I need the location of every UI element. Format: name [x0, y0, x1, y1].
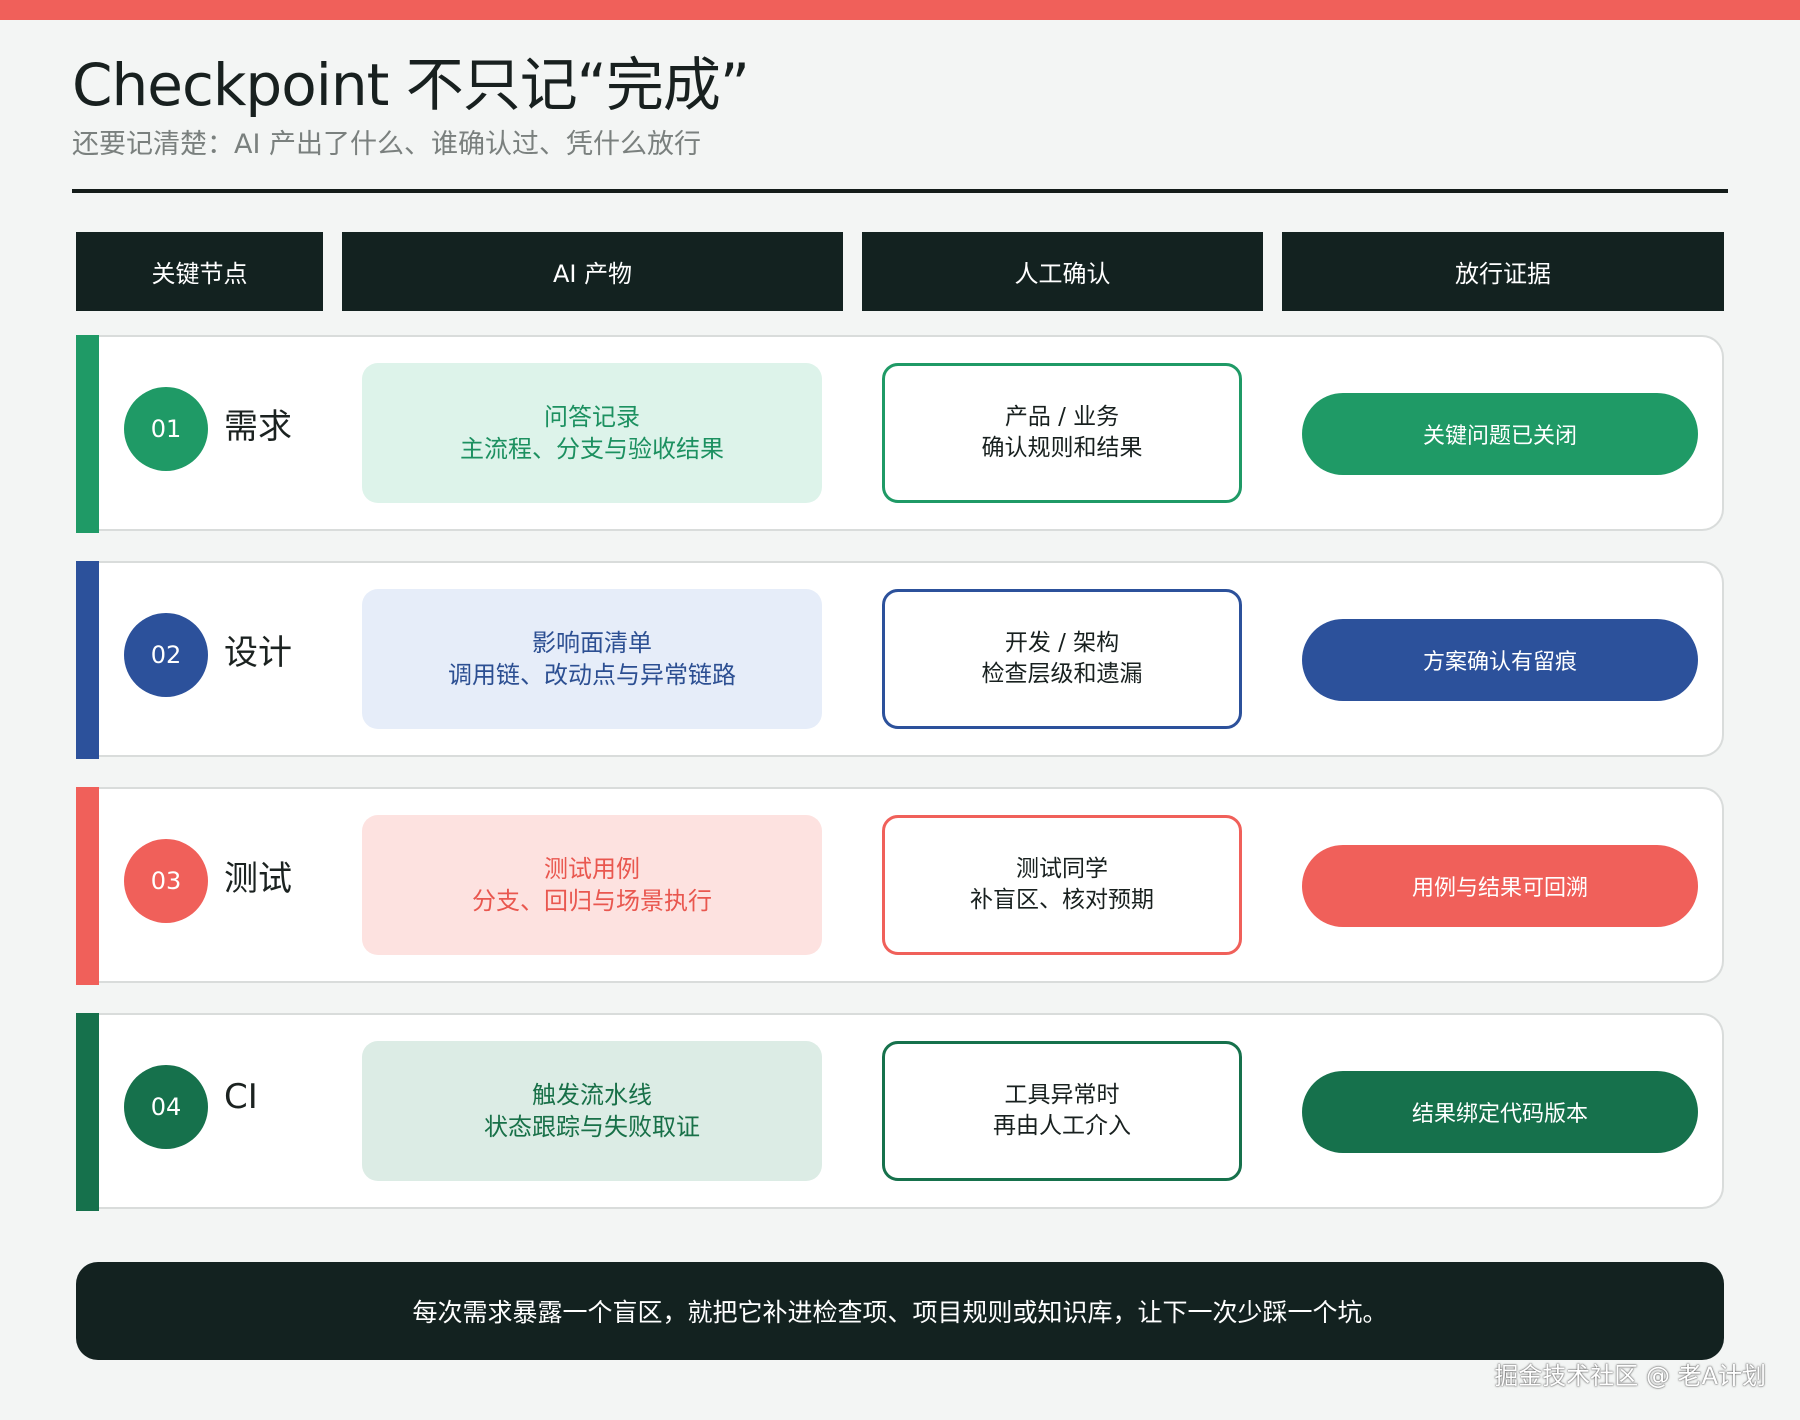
row-accent-bar: [76, 787, 99, 985]
stage-name: 测试: [224, 859, 292, 899]
human-confirm-task: 再由人工介入: [993, 1113, 1131, 1139]
step-number-badge: 03: [124, 839, 208, 923]
human-confirm-box: 测试同学 补盲区、核对预期: [882, 815, 1242, 955]
header-key-node: 关键节点: [76, 232, 323, 311]
human-confirm-role: 产品 / 业务: [1004, 404, 1120, 430]
ai-output-box: 问答记录 主流程、分支与验收结果: [362, 363, 822, 503]
footer-banner: 每次需求暴露一个盲区，就把它补进检查项、项目规则或知识库，让下一次少踩一个坑。: [76, 1262, 1724, 1360]
release-evidence-pill: 结果绑定代码版本: [1302, 1071, 1698, 1153]
header-release-evidence: 放行证据: [1282, 232, 1724, 311]
stage-row: 01 需求 问答记录 主流程、分支与验收结果 产品 / 业务 确认规则和结果 关…: [76, 335, 1724, 533]
step-number-badge: 04: [124, 1065, 208, 1149]
ai-output-title: 触发流水线: [532, 1081, 652, 1109]
human-confirm-box: 产品 / 业务 确认规则和结果: [882, 363, 1242, 503]
header-ai-output: AI 产物: [342, 232, 843, 311]
ai-output-box: 影响面清单 调用链、改动点与异常链路: [362, 589, 822, 729]
release-evidence-pill: 用例与结果可回溯: [1302, 845, 1698, 927]
page-title: Checkpoint 不只记“完成”: [72, 51, 750, 119]
release-evidence-pill: 关键问题已关闭: [1302, 393, 1698, 475]
human-confirm-task: 确认规则和结果: [981, 435, 1143, 461]
row-accent-bar: [76, 335, 99, 533]
release-evidence-pill: 方案确认有留痕: [1302, 619, 1698, 701]
stage-row: 04 CI 触发流水线 状态跟踪与失败取证 工具异常时 再由人工介入 结果绑定代…: [76, 1013, 1724, 1211]
top-accent-bar: [0, 0, 1800, 20]
watermark: 掘金技术社区 @ 老A计划: [1494, 1362, 1766, 1390]
ai-output-title: 问答记录: [544, 403, 640, 431]
ai-output-box: 触发流水线 状态跟踪与失败取证: [362, 1041, 822, 1181]
stage-name: 需求: [224, 407, 292, 447]
ai-output-title: 测试用例: [544, 855, 640, 883]
ai-output-detail: 分支、回归与场景执行: [472, 887, 712, 915]
step-number-badge: 01: [124, 387, 208, 471]
human-confirm-box: 工具异常时 再由人工介入: [882, 1041, 1242, 1181]
header-human-confirm: 人工确认: [862, 232, 1263, 311]
page-subtitle: 还要记清楚：AI 产出了什么、谁确认过、凭什么放行: [72, 129, 702, 160]
ai-output-box: 测试用例 分支、回归与场景执行: [362, 815, 822, 955]
stage-row: 03 测试 测试用例 分支、回归与场景执行 测试同学 补盲区、核对预期 用例与结…: [76, 787, 1724, 985]
human-confirm-role: 工具异常时: [1004, 1082, 1120, 1108]
ai-output-detail: 主流程、分支与验收结果: [460, 435, 724, 463]
stage-name: CI: [224, 1077, 258, 1117]
title-divider: [72, 189, 1728, 193]
row-accent-bar: [76, 561, 99, 759]
ai-output-detail: 状态跟踪与失败取证: [484, 1113, 700, 1141]
human-confirm-task: 检查层级和遗漏: [981, 661, 1143, 687]
ai-output-detail: 调用链、改动点与异常链路: [448, 661, 736, 689]
human-confirm-task: 补盲区、核对预期: [970, 887, 1154, 913]
human-confirm-role: 开发 / 架构: [1004, 630, 1120, 656]
human-confirm-box: 开发 / 架构 检查层级和遗漏: [882, 589, 1242, 729]
stage-row: 02 设计 影响面清单 调用链、改动点与异常链路 开发 / 架构 检查层级和遗漏…: [76, 561, 1724, 759]
stage-name: 设计: [224, 633, 292, 673]
step-number-badge: 02: [124, 613, 208, 697]
row-accent-bar: [76, 1013, 99, 1211]
human-confirm-role: 测试同学: [1016, 856, 1108, 882]
ai-output-title: 影响面清单: [532, 629, 652, 657]
